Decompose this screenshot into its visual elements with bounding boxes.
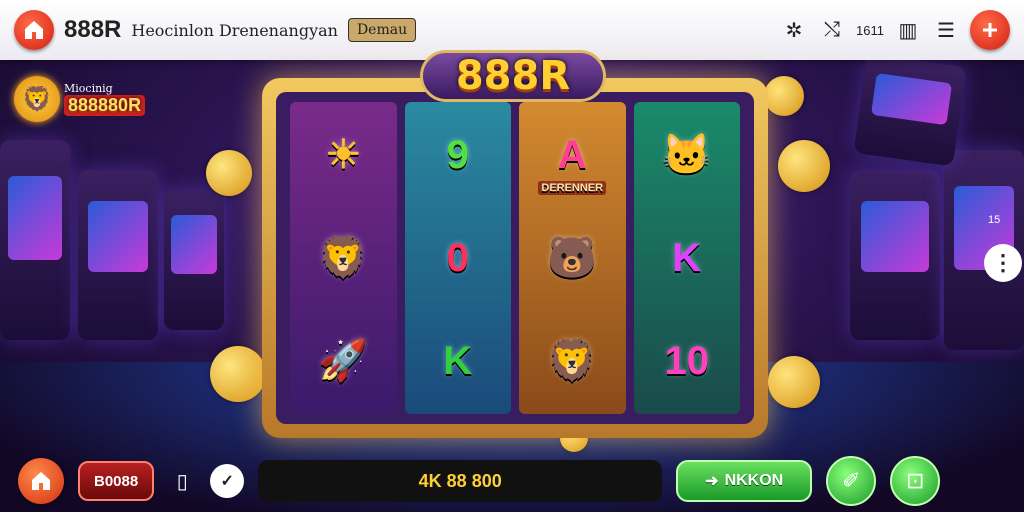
bear-symbol: 🐻 (523, 209, 622, 306)
coin-decoration (768, 356, 820, 408)
autoplay-button[interactable]: ⊡ (890, 456, 941, 506)
sun-symbol: ☀ (294, 106, 393, 203)
counter-label: 1611 (856, 22, 884, 38)
panther-symbol: 🐱 (638, 106, 737, 203)
neon-sign-right (853, 53, 967, 167)
symbol-glyph: 10 (664, 339, 710, 384)
ten-symbol: 10 (638, 313, 737, 410)
star-settings-icon[interactable]: ✲ (780, 16, 808, 44)
bottom-bar: B0088 ▯ ✓ 4K 88 800 ➜ NKKON ✐ ⊡ (0, 450, 1024, 512)
side-note: 15 (988, 214, 1001, 226)
k-green-symbol: K (409, 313, 508, 410)
game-stage: 888R Heocinlon Drenenangyan Demau ✲ ⤭ 16… (0, 0, 1024, 512)
reel-2: 9 0 K (404, 102, 511, 414)
symbol-glyph: 🐱 (661, 132, 712, 177)
plus-icon (983, 23, 997, 37)
home-logo-button[interactable] (14, 10, 54, 50)
spin-label: NKKON (724, 472, 784, 489)
bet-display: 4K 88 800 (258, 460, 663, 502)
arcade-cabinet-right-1 (850, 170, 940, 340)
house-icon (32, 472, 50, 490)
brand-name: 888R (64, 16, 122, 43)
coin-decoration (206, 150, 252, 196)
rocket-symbol: 🚀 (294, 313, 393, 410)
k-purple-symbol: K (638, 209, 737, 306)
symbol-glyph: 🐻 (547, 235, 598, 280)
reel-1: ☀ 🦁 🚀 (290, 102, 397, 414)
check-icon[interactable]: ✓ (210, 464, 245, 498)
zero-symbol: 0 (409, 209, 508, 306)
balance-display: B0088 (78, 461, 155, 501)
home-button[interactable] (18, 458, 64, 504)
badge-title: 888880R (64, 95, 146, 116)
menu-icon[interactable]: ☰ (932, 16, 960, 44)
spin-button[interactable]: ➜ NKKON (676, 460, 813, 502)
house-icon (25, 21, 43, 39)
coin-decoration (210, 346, 266, 402)
symbol-glyph: 🦁 (547, 339, 598, 384)
a-symbol: A DERENNER (523, 106, 622, 203)
symbol-glyph: 🚀 (318, 339, 369, 384)
arcade-cabinet-left-1 (0, 140, 70, 340)
reel-4: 🐱 K 10 (633, 102, 740, 414)
copy-icon[interactable]: ▯ (168, 467, 196, 495)
reel-3: A DERENNER 🐻 🦁 (519, 102, 626, 414)
book-icon[interactable]: ▥ (894, 16, 922, 44)
badge-caption: Miocinig (64, 82, 113, 95)
lion-symbol: 🦁 (294, 209, 393, 306)
symbol-glyph: K (443, 339, 473, 384)
magic-wand-button[interactable]: ✐ (826, 456, 877, 506)
coin-decoration (778, 140, 830, 192)
arrow-right-icon: ➜ (705, 473, 719, 490)
demo-button[interactable]: Demau (347, 18, 417, 42)
symbol-glyph: 0 (446, 235, 469, 280)
slot-machine-frame: ☀ 🦁 🚀 9 0 K A DERENNER 🐻 🦁 🐱 K 10 (262, 78, 768, 438)
arcade-cabinet-left-2 (78, 170, 158, 340)
lion-gold-symbol: 🦁 (523, 313, 622, 410)
lion-mascot-icon: 🦁 (14, 76, 60, 122)
next-icon: ⊡ (905, 468, 925, 493)
game-logo: 888R (420, 50, 606, 102)
arcade-cabinet-left-3 (164, 190, 224, 330)
page-subtitle: Heocinlon Drenenangyan (131, 20, 338, 40)
symbol-glyph: 🦁 (318, 235, 369, 280)
symbol-glyph: K (672, 235, 702, 280)
symbol-label: DERENNER (538, 181, 607, 196)
more-options-button[interactable]: ⋮ (984, 244, 1022, 282)
share-icon[interactable]: ⤭ (818, 16, 846, 44)
symbol-glyph: 9 (446, 132, 469, 177)
coin-decoration (764, 76, 804, 116)
nine-symbol: 9 (409, 106, 508, 203)
add-button[interactable] (970, 10, 1010, 50)
reels-area: ☀ 🦁 🚀 9 0 K A DERENNER 🐻 🦁 🐱 K 10 (276, 92, 754, 424)
symbol-glyph: A (557, 132, 587, 177)
symbol-glyph: ☀ (325, 132, 362, 177)
player-badge[interactable]: 🦁 Miocinig 888880R (14, 76, 146, 122)
wand-icon: ✐ (841, 468, 861, 493)
